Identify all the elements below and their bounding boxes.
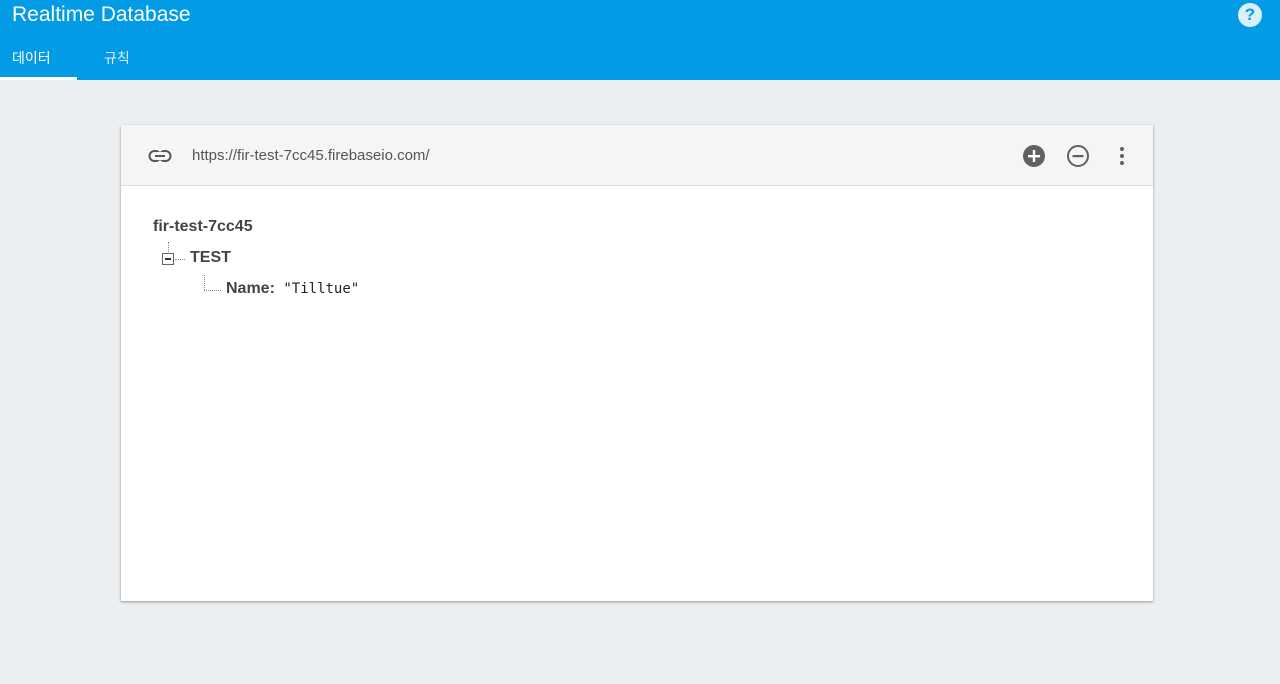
collapse-toggle-icon[interactable] [162,253,174,265]
app-bar: Realtime Database ? 데이터 규칙 [0,0,1280,80]
tree-connector [175,259,185,260]
tab-rules[interactable]: 규칙 [77,40,154,80]
database-toolbar: https://fir-test-7cc45.firebaseio.com/ [121,125,1153,186]
database-card: https://fir-test-7cc45.firebaseio.com/ f… [121,125,1153,601]
tree-connector [204,290,221,291]
tab-data[interactable]: 데이터 [0,40,77,80]
more-vert-icon[interactable] [1110,144,1134,168]
remove-circle-icon[interactable] [1066,144,1090,168]
app-title: Realtime Database [12,3,191,26]
data-tree: fir-test-7cc45 TEST Name: "Tilltue" [121,186,1153,600]
tree-leaf[interactable]: Name: "Tilltue" [226,279,359,299]
add-circle-icon[interactable] [1022,144,1046,168]
tree-root-key[interactable]: fir-test-7cc45 [153,217,253,237]
tree-connector [204,275,205,290]
tree-leaf-key: Name: [226,280,275,297]
help-icon[interactable]: ? [1238,3,1262,27]
database-url[interactable]: https://fir-test-7cc45.firebaseio.com/ [192,146,430,166]
tree-node-key[interactable]: TEST [190,248,231,268]
link-icon[interactable] [148,145,172,167]
tree-leaf-value[interactable]: "Tilltue" [283,281,359,297]
